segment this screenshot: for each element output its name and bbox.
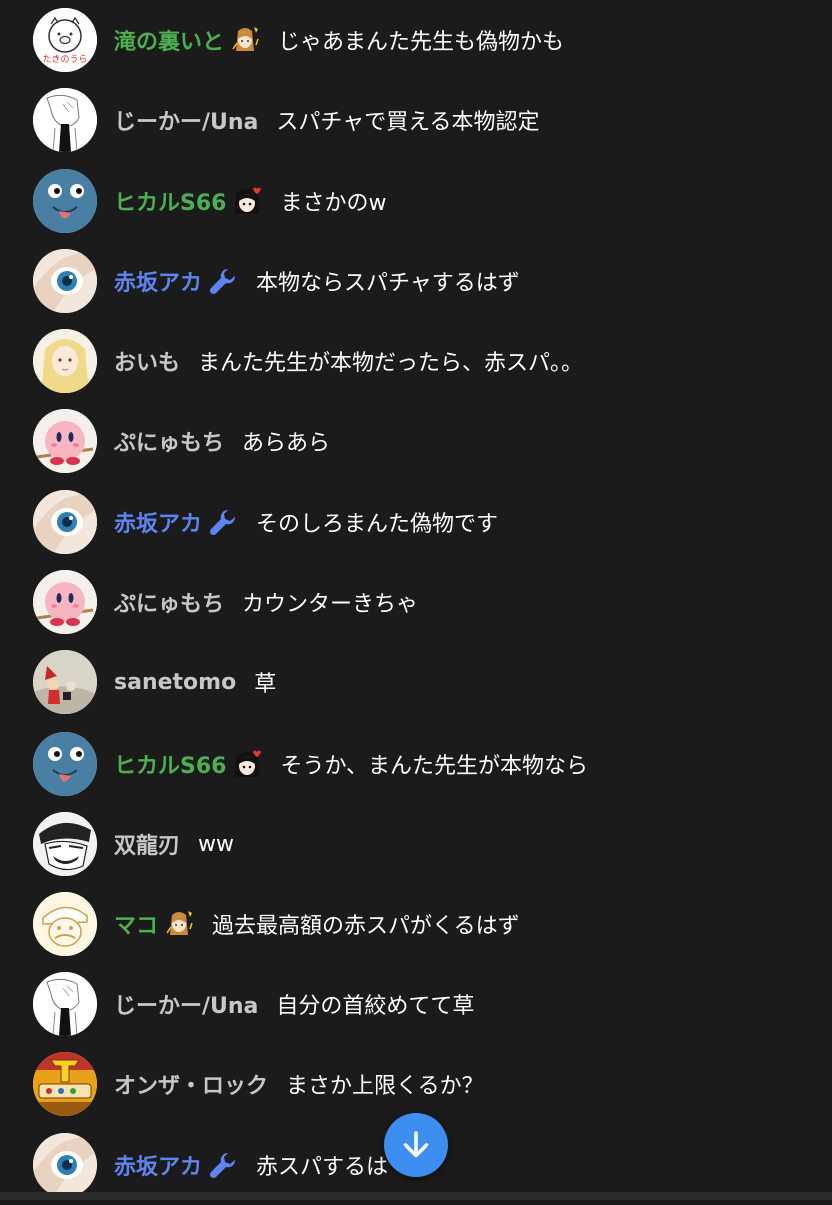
message-text: 草 xyxy=(254,672,277,697)
message-line: 赤坂アカ そのしろまんた偽物です xyxy=(114,506,498,538)
member-badge-icon xyxy=(230,25,260,55)
svg-text:たきのうら: たきのうら xyxy=(42,54,87,65)
avatar[interactable] xyxy=(33,490,97,554)
author-name[interactable]: 赤坂アカ xyxy=(114,265,202,297)
author-name[interactable]: ぷにゅもち xyxy=(114,425,224,457)
message-text: まんた先生が本物だったら、赤スパ。。 xyxy=(198,351,584,376)
author-name[interactable]: ヒカルS66 xyxy=(114,185,226,217)
arrow-down-icon xyxy=(403,1131,429,1158)
author-name[interactable]: ヒカルS66 xyxy=(114,748,226,780)
message-text: 赤スパするは xyxy=(256,1155,389,1180)
chat-message[interactable]: ぷにゅもち カウンターきちゃ xyxy=(0,562,832,642)
chat-message[interactable]: 双龍刃 ww xyxy=(0,804,832,884)
message-line: じーかー/Una 自分の首絞めてて草 xyxy=(114,988,474,1020)
message-text: ww xyxy=(198,831,235,857)
member-girl-badge-icon xyxy=(232,186,262,216)
author-name[interactable]: じーかー/Una xyxy=(114,104,258,136)
avatar[interactable]: たきのうら xyxy=(33,8,97,72)
chat-message[interactable]: 赤坂アカ 本物ならスパチャするはず xyxy=(0,241,832,321)
avatar[interactable] xyxy=(33,650,97,714)
scroll-to-bottom-button[interactable] xyxy=(384,1113,448,1177)
message-line: ヒカルS66 そうか、まんた先生が本物なら xyxy=(114,748,588,780)
chat-message[interactable]: マコ 過去最高額の赤スパがくるはず xyxy=(0,884,832,964)
author-name[interactable]: ぷにゅもち xyxy=(114,586,224,618)
message-text: カウンターきちゃ xyxy=(242,592,419,617)
chat-message[interactable]: オンザ・ロック まさか上限くるか？ xyxy=(0,1044,832,1124)
message-line: マコ 過去最高額の赤スパがくるはず xyxy=(114,908,520,940)
message-text: 本物ならスパチャするはず xyxy=(256,271,520,296)
wrench-icon xyxy=(208,266,238,296)
avatar[interactable] xyxy=(33,812,97,876)
message-text: そのしろまんた偽物です xyxy=(256,512,499,537)
message-text: 過去最高額の赤スパがくるはず xyxy=(212,914,520,939)
chat-message[interactable]: ヒカルS66 そうか、まんた先生が本物なら xyxy=(0,724,832,804)
avatar[interactable] xyxy=(33,88,97,152)
author-name[interactable]: マコ xyxy=(114,908,158,940)
message-line: 双龍刃 ww xyxy=(114,828,234,860)
wrench-icon xyxy=(208,507,238,537)
message-text: そうか、まんた先生が本物なら xyxy=(280,754,589,779)
avatar[interactable] xyxy=(33,169,97,233)
member-badge-icon xyxy=(164,909,194,939)
chat-message[interactable]: たきのうら 滝の裏いと じゃあまんた先生も偽物かも xyxy=(0,0,832,80)
author-name[interactable]: オンザ・ロック xyxy=(114,1068,268,1100)
avatar[interactable] xyxy=(33,1052,97,1116)
message-text: じゃあまんた先生も偽物かも xyxy=(278,30,565,55)
avatar[interactable] xyxy=(33,249,97,313)
message-line: 赤坂アカ 赤スパするは xyxy=(114,1149,388,1181)
message-line: 赤坂アカ 本物ならスパチャするはず xyxy=(114,265,520,297)
message-line: 滝の裏いと じゃあまんた先生も偽物かも xyxy=(114,24,564,56)
message-line: オンザ・ロック まさか上限くるか？ xyxy=(114,1068,484,1100)
author-name[interactable]: 滝の裏いと xyxy=(114,24,224,56)
avatar[interactable] xyxy=(33,409,97,473)
wrench-icon xyxy=(208,1150,238,1180)
member-girl-badge-icon xyxy=(232,749,262,779)
chat-message[interactable]: ヒカルS66 まさかのw xyxy=(0,161,832,241)
message-text: まさか上限くるか？ xyxy=(286,1074,484,1099)
avatar[interactable] xyxy=(33,892,97,956)
chat-message[interactable]: 赤坂アカ そのしろまんた偽物です xyxy=(0,482,832,562)
message-line: おいも まんた先生が本物だったら、赤スパ。。 xyxy=(114,345,583,377)
message-line: ぷにゅもち あらあら xyxy=(114,425,330,457)
chat-message[interactable]: じーかー/Una 自分の首絞めてて草 xyxy=(0,964,832,1044)
message-line: じーかー/Una スパチャで買える本物認定 xyxy=(114,104,540,136)
message-text: あらあら xyxy=(242,431,331,456)
message-line: sanetomo 草 xyxy=(114,666,276,698)
chat-message[interactable]: ぷにゅもち あらあら xyxy=(0,401,832,481)
avatar[interactable] xyxy=(33,1133,97,1197)
author-name[interactable]: おいも xyxy=(114,345,180,377)
avatar[interactable] xyxy=(33,570,97,634)
chat-message[interactable]: じーかー/Una スパチャで買える本物認定 xyxy=(0,80,832,160)
avatar[interactable] xyxy=(33,732,97,796)
author-name[interactable]: 赤坂アカ xyxy=(114,506,202,538)
author-name[interactable]: 赤坂アカ xyxy=(114,1149,202,1181)
author-name[interactable]: sanetomo xyxy=(114,670,236,695)
author-name[interactable]: 双龍刃 xyxy=(114,828,180,860)
author-name[interactable]: じーかー/Una xyxy=(114,988,258,1020)
message-text: まさかのw xyxy=(280,191,387,216)
message-line: ヒカルS66 まさかのw xyxy=(114,185,386,217)
avatar[interactable] xyxy=(33,972,97,1036)
message-text: 自分の首絞めてて草 xyxy=(276,994,475,1019)
message-line: ぷにゅもち カウンターきちゃ xyxy=(114,586,418,618)
chat-message[interactable]: おいも まんた先生が本物だったら、赤スパ。。 xyxy=(0,321,832,401)
chat-message[interactable]: sanetomo 草 xyxy=(0,642,832,722)
avatar[interactable] xyxy=(33,329,97,393)
message-text: スパチャで買える本物認定 xyxy=(276,110,540,135)
bottom-edge xyxy=(0,1192,832,1200)
